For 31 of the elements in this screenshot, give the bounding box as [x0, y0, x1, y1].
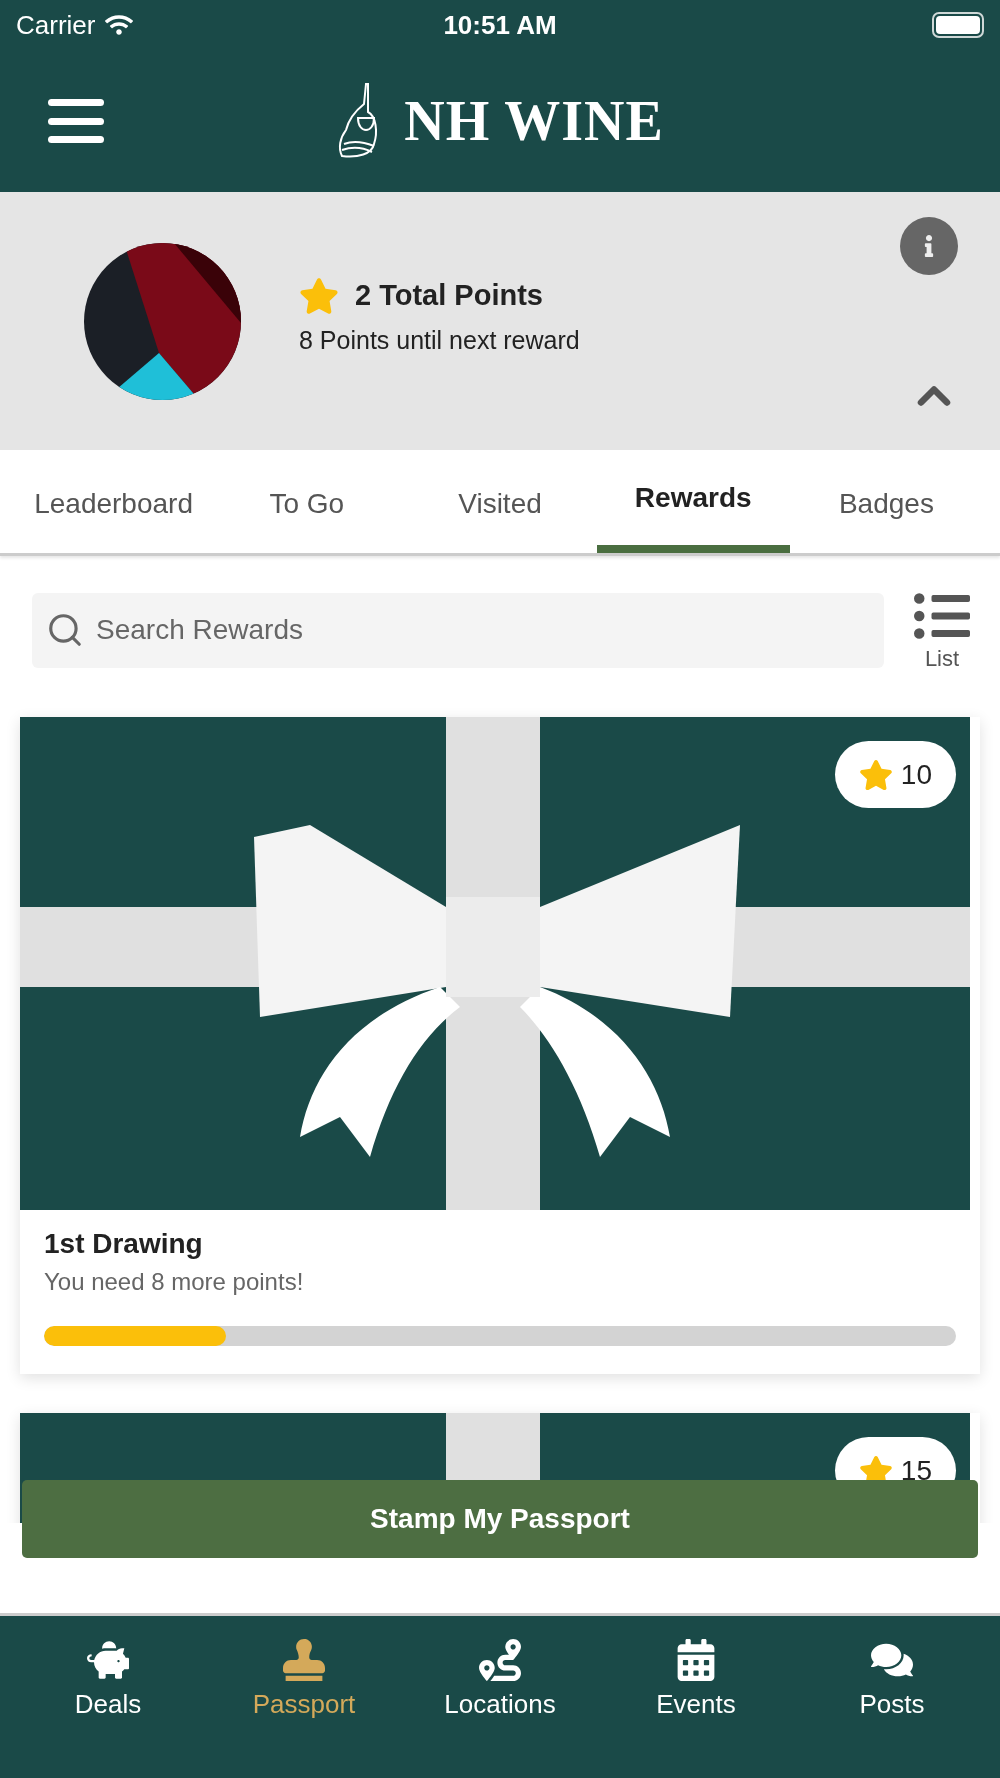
- reward-card[interactable]: 10 1st Drawing You need 8 more points!: [20, 717, 980, 1374]
- app-title: NH WINE: [404, 89, 664, 153]
- info-button[interactable]: [900, 217, 958, 275]
- search-field[interactable]: Search Rewards: [32, 592, 884, 668]
- tab[interactable]: Leaderboard: [17, 450, 211, 553]
- nav-tab[interactable]: Events: [598, 1638, 794, 1728]
- calendar-icon: [675, 1639, 717, 1681]
- nav-tab[interactable]: Posts: [794, 1638, 990, 1728]
- stamp-icon: [283, 1639, 325, 1681]
- reward-progress-text: You need 8 more points!: [44, 1268, 305, 1296]
- list-view-button[interactable]: List: [914, 588, 980, 672]
- stamp-passport-button[interactable]: Stamp My Passport: [22, 1480, 978, 1558]
- star-icon: [299, 275, 339, 316]
- points-value: 10: [900, 758, 932, 791]
- route-icon: [479, 1639, 521, 1681]
- star-icon: [858, 757, 893, 792]
- total-points: 2 Total Points: [355, 279, 543, 312]
- menu-button[interactable]: [48, 99, 104, 143]
- nav-tab[interactable]: Deals: [10, 1638, 206, 1728]
- tab[interactable]: To Go: [210, 450, 404, 553]
- tab[interactable]: Visited: [403, 450, 597, 553]
- tab[interactable]: Rewards: [596, 450, 790, 553]
- battery-icon: [932, 12, 984, 38]
- nav-tab[interactable]: Passport: [206, 1638, 402, 1728]
- clock: 10:51 AM: [443, 9, 557, 41]
- next-reward-text: 8 Points until next reward: [299, 325, 580, 355]
- reward-title: 1st Drawing: [44, 1228, 204, 1260]
- carrier-label: Carrier: [16, 9, 96, 41]
- piggy-bank-icon: [87, 1639, 129, 1681]
- nav-tab[interactable]: Locations: [402, 1638, 598, 1728]
- tab[interactable]: Badges: [789, 450, 983, 553]
